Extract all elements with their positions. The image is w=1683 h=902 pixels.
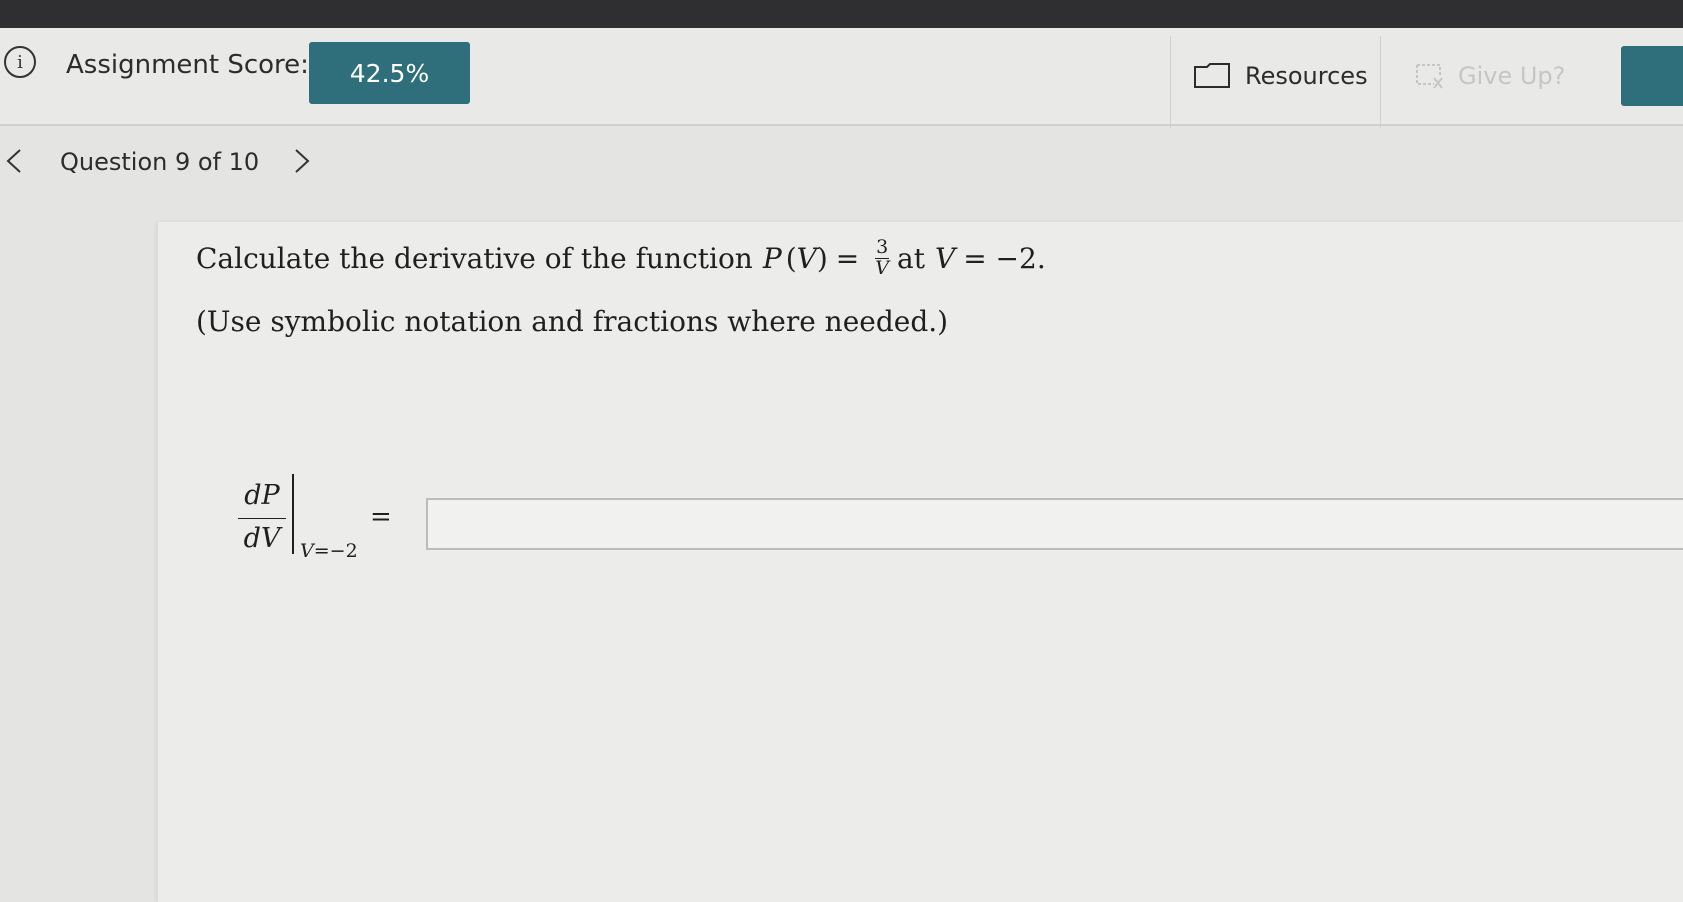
function-fraction: 3 V (875, 236, 889, 279)
header-action-button[interactable] (1621, 46, 1683, 106)
folder-icon (1194, 63, 1230, 88)
give-up-icon (1416, 64, 1443, 89)
chevron-left-icon[interactable] (2, 146, 26, 176)
assignment-score-label: Assignment Score: (66, 50, 309, 80)
question-counter: Question 9 of 10 (60, 148, 260, 176)
give-up-button[interactable]: Give Up? (1414, 62, 1565, 90)
resources-button[interactable]: Resources (1193, 62, 1368, 90)
function-arg: V (796, 241, 817, 275)
question-navigation: Question 9 of 10 (0, 142, 400, 192)
evaluation-subscript: V=−2 (300, 540, 358, 562)
fraction-denominator: V (875, 256, 889, 279)
chevron-right-icon[interactable] (290, 146, 314, 176)
browser-top-bar (0, 0, 1683, 28)
fraction-numerator: 3 (876, 236, 889, 258)
question-instructions: (Use symbolic notation and fractions whe… (196, 305, 949, 338)
eval-value: = −2. (963, 241, 1046, 275)
derivative-fraction: dP dV (238, 480, 286, 554)
resources-label: Resources (1245, 62, 1368, 90)
header-divider (1380, 36, 1381, 128)
equals-sign: = (370, 502, 392, 532)
header-divider (1170, 36, 1171, 128)
evaluation-bar (292, 474, 294, 554)
derivative-numerator: dP (244, 480, 280, 511)
question-prefix: Calculate the derivative of the function (196, 241, 753, 275)
answer-input[interactable] (426, 498, 1683, 550)
assignment-score-badge: 42.5% (309, 42, 470, 104)
question-at: at (897, 241, 925, 275)
function-name: P (762, 241, 782, 275)
give-up-label: Give Up? (1458, 62, 1566, 90)
derivative-denominator: dV (243, 523, 281, 554)
eval-variable: V (934, 241, 956, 275)
question-text: Calculate the derivative of the function… (196, 236, 1046, 279)
info-icon[interactable]: i (4, 46, 36, 78)
